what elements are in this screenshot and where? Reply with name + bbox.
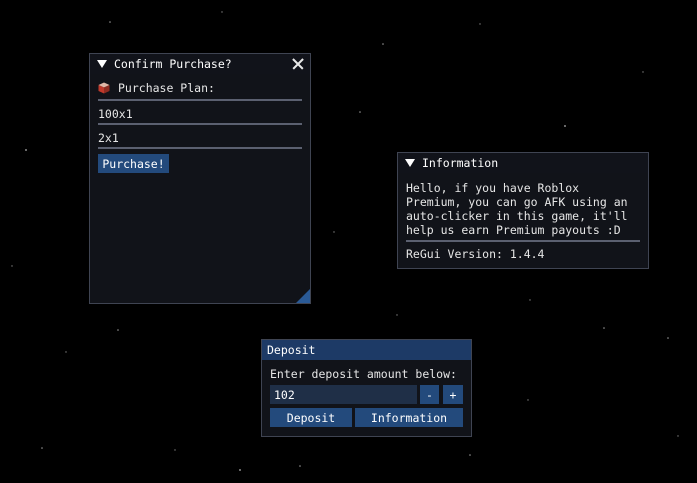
plan-option-1-label: 100x1: [98, 107, 133, 121]
plan-option-1[interactable]: 100x1: [98, 107, 133, 121]
deposit-prompt: Enter deposit amount below:: [270, 367, 457, 381]
info-text-line-4: help us earn Premium payouts :D: [406, 223, 621, 237]
deposit-amount-input[interactable]: 102: [270, 385, 417, 404]
separator: [98, 123, 302, 125]
separator: [98, 147, 302, 149]
decrement-button[interactable]: -: [420, 385, 439, 404]
separator: [98, 99, 302, 101]
deposit-window-titlebar[interactable]: Deposit: [262, 340, 471, 360]
close-icon[interactable]: [292, 58, 304, 70]
purchase-window-titlebar[interactable]: Confirm Purchase?: [90, 54, 310, 74]
info-text-line-1: Hello, if you have Roblox: [406, 181, 579, 195]
info-text: auto-clicker in this game, it'll: [406, 209, 628, 223]
info-text-line-3: auto-clicker in this game, it'll: [406, 209, 628, 223]
deposit-button[interactable]: Deposit: [270, 408, 352, 427]
deposit-window: Deposit Enter deposit amount below: 102 …: [261, 339, 472, 437]
purchase-window: Confirm Purchase? Purchase Plan: 100x1 2…: [89, 53, 311, 304]
purchase-plan-label: Purchase Plan:: [118, 81, 215, 95]
info-text: help us earn Premium payouts :D: [406, 223, 621, 237]
information-window: Information Hello, if you have Roblox Pr…: [397, 152, 649, 269]
purchase-window-title: Confirm Purchase?: [114, 57, 232, 71]
deposit-window-title: Deposit: [267, 343, 316, 357]
box-icon: [98, 82, 110, 94]
info-text: Hello, if you have Roblox: [406, 181, 580, 195]
version-row: ReGui Version: 1.4.4: [406, 247, 544, 261]
deposit-prompt-row: Enter deposit amount below:: [270, 367, 457, 381]
plan-option-2-label: 2x1: [98, 131, 119, 145]
information-window-titlebar[interactable]: Information: [398, 153, 648, 173]
purchase-plan-row: Purchase Plan:: [98, 81, 215, 95]
separator: [406, 240, 640, 242]
collapse-triangle-icon[interactable]: [405, 159, 415, 167]
version-label: ReGui Version: 1.4.4: [406, 247, 545, 261]
information-window-title: Information: [422, 156, 499, 170]
resize-grip[interactable]: [296, 289, 310, 303]
deposit-amount-value: 102: [274, 387, 295, 402]
purchase-button[interactable]: Purchase!: [98, 154, 169, 173]
information-button[interactable]: Information: [355, 408, 463, 427]
info-text-line-2: Premium, you can go AFK using an: [406, 195, 628, 209]
plan-option-2[interactable]: 2x1: [98, 131, 119, 145]
scene: Confirm Purchase? Purchase Plan: 100x1 2…: [0, 0, 697, 483]
info-text: Premium, you can go AFK using an: [406, 195, 628, 209]
collapse-triangle-icon[interactable]: [97, 60, 107, 68]
increment-button[interactable]: +: [443, 385, 463, 404]
